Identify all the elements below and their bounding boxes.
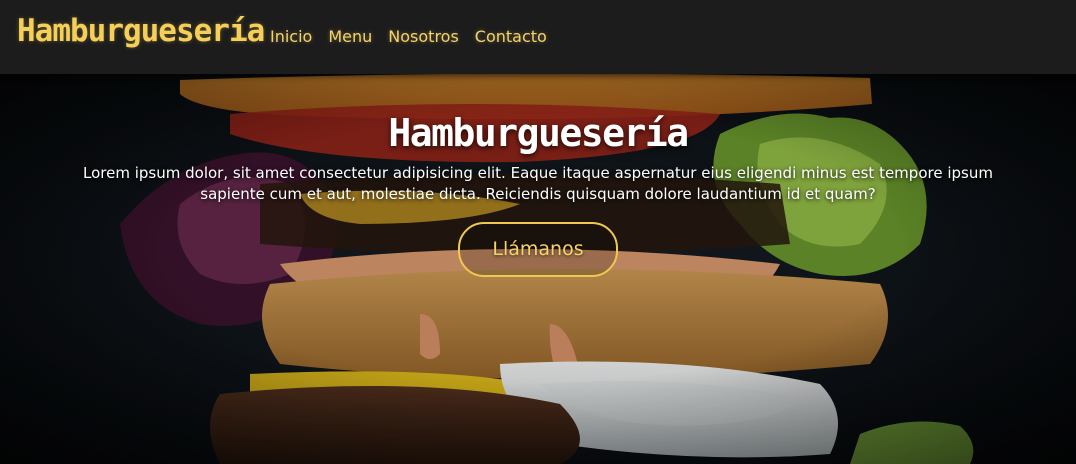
nav-link-inicio[interactable]: Inicio bbox=[270, 27, 312, 46]
hero-content: Hamburguesería Lorem ipsum dolor, sit am… bbox=[0, 111, 1076, 277]
page: Hamburguesería Inicio Menu Nosotros Cont… bbox=[0, 0, 1076, 464]
brand-logo[interactable]: Hamburguesería bbox=[17, 13, 265, 49]
nav-link-menu[interactable]: Menu bbox=[328, 27, 372, 46]
call-button[interactable]: Llámanos bbox=[458, 222, 618, 277]
nav-link-nosotros[interactable]: Nosotros bbox=[388, 27, 459, 46]
hero-section: Hamburguesería Lorem ipsum dolor, sit am… bbox=[0, 74, 1076, 464]
hero-title: Hamburguesería bbox=[388, 111, 689, 155]
navbar: Hamburguesería Inicio Menu Nosotros Cont… bbox=[0, 0, 1076, 74]
nav-link-contacto[interactable]: Contacto bbox=[475, 27, 547, 46]
nav-links: Inicio Menu Nosotros Contacto bbox=[270, 27, 563, 46]
hero-description: Lorem ipsum dolor, sit amet consectetur … bbox=[83, 164, 993, 203]
